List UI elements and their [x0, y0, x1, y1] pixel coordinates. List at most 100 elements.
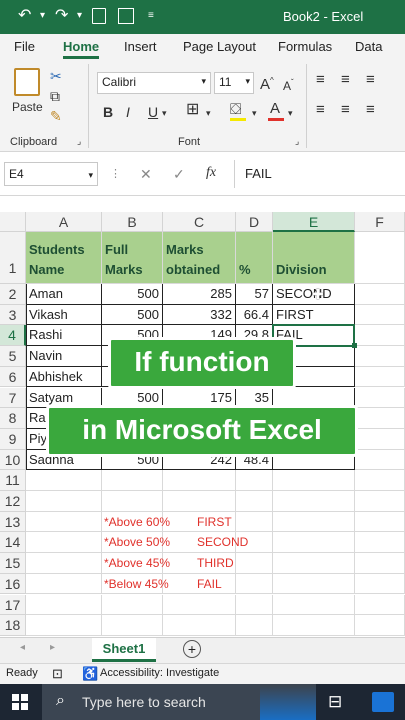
- italic-button[interactable]: I: [126, 104, 130, 120]
- table-cell-div[interactable]: FIRST: [273, 304, 355, 326]
- empty-cell[interactable]: [236, 573, 273, 595]
- align-top-icon[interactable]: ≡: [316, 72, 325, 88]
- empty-cell[interactable]: [355, 428, 405, 450]
- accessibility-icon[interactable]: ♿: [82, 666, 98, 682]
- row-header-4[interactable]: 4: [0, 325, 26, 347]
- undo-dropdown-icon[interactable]: ▾: [40, 6, 45, 26]
- tab-home[interactable]: Home: [63, 39, 99, 54]
- header-cell-a[interactable]: Students Name: [26, 232, 102, 284]
- add-sheet-icon[interactable]: +: [183, 640, 201, 658]
- save-icon[interactable]: [118, 8, 134, 24]
- empty-cell[interactable]: [102, 594, 163, 616]
- format-painter-icon[interactable]: ✎: [50, 108, 62, 124]
- task-view-icon[interactable]: ⊟: [328, 692, 342, 712]
- row-header-5[interactable]: 5: [0, 346, 26, 367]
- font-launcher-icon[interactable]: ⌟: [295, 136, 299, 147]
- empty-cell[interactable]: [236, 470, 273, 491]
- cell-f1[interactable]: [355, 232, 405, 284]
- table-cell-name[interactable]: Rashi: [26, 325, 102, 347]
- header-cell-c[interactable]: Marks obtained: [163, 232, 236, 284]
- fill-handle[interactable]: [352, 343, 357, 349]
- empty-cell[interactable]: [355, 594, 405, 616]
- table-cell-name[interactable]: Aman: [26, 284, 102, 305]
- empty-cell[interactable]: [273, 615, 355, 636]
- chevron-down-icon[interactable]: ▾: [206, 105, 211, 121]
- column-header-d[interactable]: D: [236, 212, 273, 232]
- select-all-corner[interactable]: [0, 212, 26, 232]
- empty-cell[interactable]: [355, 346, 405, 367]
- empty-cell[interactable]: [26, 532, 102, 554]
- empty-cell[interactable]: [355, 387, 405, 409]
- empty-cell[interactable]: [355, 304, 405, 326]
- column-header-a[interactable]: A: [26, 212, 102, 232]
- align-middle-icon[interactable]: ≡: [341, 72, 350, 88]
- row-header-8[interactable]: 8: [0, 408, 26, 429]
- empty-cell[interactable]: [355, 491, 405, 512]
- empty-cell[interactable]: [355, 470, 405, 491]
- undo-icon[interactable]: ↶: [18, 6, 31, 26]
- table-cell-name[interactable]: Navin: [26, 346, 102, 367]
- column-header-f[interactable]: F: [355, 212, 405, 232]
- bold-button[interactable]: B: [103, 104, 113, 120]
- tab-page-layout[interactable]: Page Layout: [183, 39, 256, 54]
- row-header-3[interactable]: 3: [0, 304, 26, 326]
- font-color-icon[interactable]: A: [270, 101, 280, 117]
- row-header-15[interactable]: 15: [0, 553, 26, 574]
- empty-cell[interactable]: [273, 594, 355, 616]
- column-header-c[interactable]: C: [163, 212, 236, 232]
- chevron-down-icon[interactable]: ▾: [288, 105, 293, 121]
- table-cell-obt[interactable]: 332: [163, 304, 236, 326]
- tab-formulas[interactable]: Formulas: [278, 39, 332, 54]
- decrease-font-size-icon[interactable]: Aˇ: [283, 75, 294, 94]
- empty-cell[interactable]: [273, 573, 355, 595]
- table-cell-name[interactable]: Vikash: [26, 304, 102, 326]
- align-center-icon[interactable]: ≡: [341, 102, 350, 118]
- empty-cell[interactable]: [236, 553, 273, 574]
- empty-cell[interactable]: [355, 284, 405, 305]
- table-cell-full[interactable]: 500: [102, 304, 163, 326]
- row-header-10[interactable]: 10: [0, 449, 26, 471]
- align-left-icon[interactable]: ≡: [316, 102, 325, 118]
- chevron-down-icon[interactable]: ▾: [252, 105, 257, 121]
- new-file-icon[interactable]: [92, 8, 106, 24]
- empty-cell[interactable]: [355, 511, 405, 533]
- empty-cell[interactable]: [273, 470, 355, 491]
- tab-data[interactable]: Data: [355, 39, 382, 54]
- name-box[interactable]: E4 ▾: [4, 162, 98, 186]
- empty-cell[interactable]: [355, 553, 405, 574]
- empty-cell[interactable]: [163, 594, 236, 616]
- empty-cell[interactable]: [26, 594, 102, 616]
- paste-button[interactable]: Paste: [12, 100, 43, 114]
- empty-cell[interactable]: [236, 615, 273, 636]
- tab-file[interactable]: File: [14, 39, 35, 54]
- empty-cell[interactable]: [273, 491, 355, 512]
- empty-cell[interactable]: [26, 470, 102, 491]
- row-header-2[interactable]: 2: [0, 284, 26, 305]
- windows-start-icon[interactable]: [12, 694, 28, 710]
- empty-cell[interactable]: [355, 325, 405, 347]
- empty-cell[interactable]: [26, 615, 102, 636]
- table-cell-pct[interactable]: 57: [236, 284, 273, 305]
- accessibility-status[interactable]: Accessibility: Investigate: [100, 667, 219, 679]
- align-right-icon[interactable]: ≡: [366, 102, 375, 118]
- empty-cell[interactable]: [273, 553, 355, 574]
- empty-cell[interactable]: [163, 491, 236, 512]
- empty-cell[interactable]: [355, 532, 405, 554]
- font-name-dropdown[interactable]: Calibri ▾: [97, 72, 211, 94]
- redo-icon[interactable]: ↷: [55, 6, 68, 26]
- empty-cell[interactable]: [355, 573, 405, 595]
- borders-icon[interactable]: ⊞: [186, 102, 199, 118]
- empty-cell[interactable]: [163, 470, 236, 491]
- empty-cell[interactable]: [355, 366, 405, 388]
- header-cell-d[interactable]: %: [236, 232, 273, 284]
- empty-cell[interactable]: [163, 615, 236, 636]
- empty-cell[interactable]: [102, 470, 163, 491]
- row-header-7[interactable]: 7: [0, 387, 26, 409]
- store-icon[interactable]: [372, 692, 394, 712]
- tab-insert[interactable]: Insert: [124, 39, 157, 54]
- chevron-down-icon[interactable]: ▾: [162, 105, 167, 121]
- row-header-12[interactable]: 12: [0, 491, 26, 512]
- table-cell-name[interactable]: Abhishek: [26, 366, 102, 388]
- table-cell-obt[interactable]: 285: [163, 284, 236, 305]
- sheet-tab-sheet1[interactable]: Sheet1: [92, 638, 156, 662]
